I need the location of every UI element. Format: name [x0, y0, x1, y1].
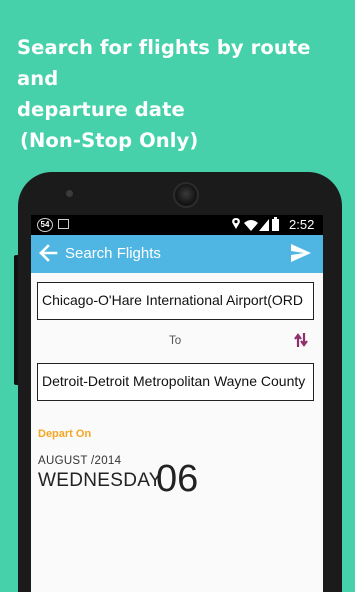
to-label: To	[169, 335, 182, 347]
promo-line-3: (Non-Stop Only)	[20, 129, 199, 152]
status-icons	[232, 217, 279, 231]
location-icon	[232, 218, 240, 229]
back-arrow-icon[interactable]	[38, 243, 58, 263]
phone-sensor	[66, 190, 73, 197]
depart-on-label: Depart On	[38, 428, 92, 440]
wifi-icon	[244, 220, 258, 231]
send-icon[interactable]	[290, 243, 312, 263]
phone-screen: 54 2:52 Search Flights Chicago-O'Hare In…	[31, 215, 323, 592]
departure-day[interactable]: 06	[156, 457, 198, 501]
image-icon	[58, 219, 69, 229]
swap-icon[interactable]	[294, 332, 308, 348]
departure-weekday[interactable]: WEDNESDAY	[38, 470, 162, 492]
promo-text: Search for flights by route and departur…	[17, 32, 351, 156]
battery-icon	[272, 217, 279, 231]
destination-airport-value: Detroit-Detroit Metropolitan Wayne Count…	[42, 373, 306, 389]
signal-icon	[259, 219, 269, 231]
page-title: Search Flights	[65, 245, 161, 262]
status-bar: 54 2:52	[31, 215, 323, 235]
notification-badge-icon: 54	[37, 218, 53, 232]
phone-earpiece	[173, 182, 199, 208]
departure-month-year[interactable]: AUGUST /2014	[38, 455, 121, 467]
app-bar: Search Flights	[31, 235, 323, 273]
promo-line-2: departure date	[17, 98, 185, 121]
origin-airport-value: Chicago-O'Hare International Airport(ORD	[42, 292, 304, 308]
status-time: 2:52	[289, 217, 315, 232]
origin-airport-input[interactable]: Chicago-O'Hare International Airport(ORD	[37, 282, 314, 320]
destination-airport-input[interactable]: Detroit-Detroit Metropolitan Wayne Count…	[37, 363, 314, 401]
promo-line-1: Search for flights by route and	[17, 36, 311, 90]
